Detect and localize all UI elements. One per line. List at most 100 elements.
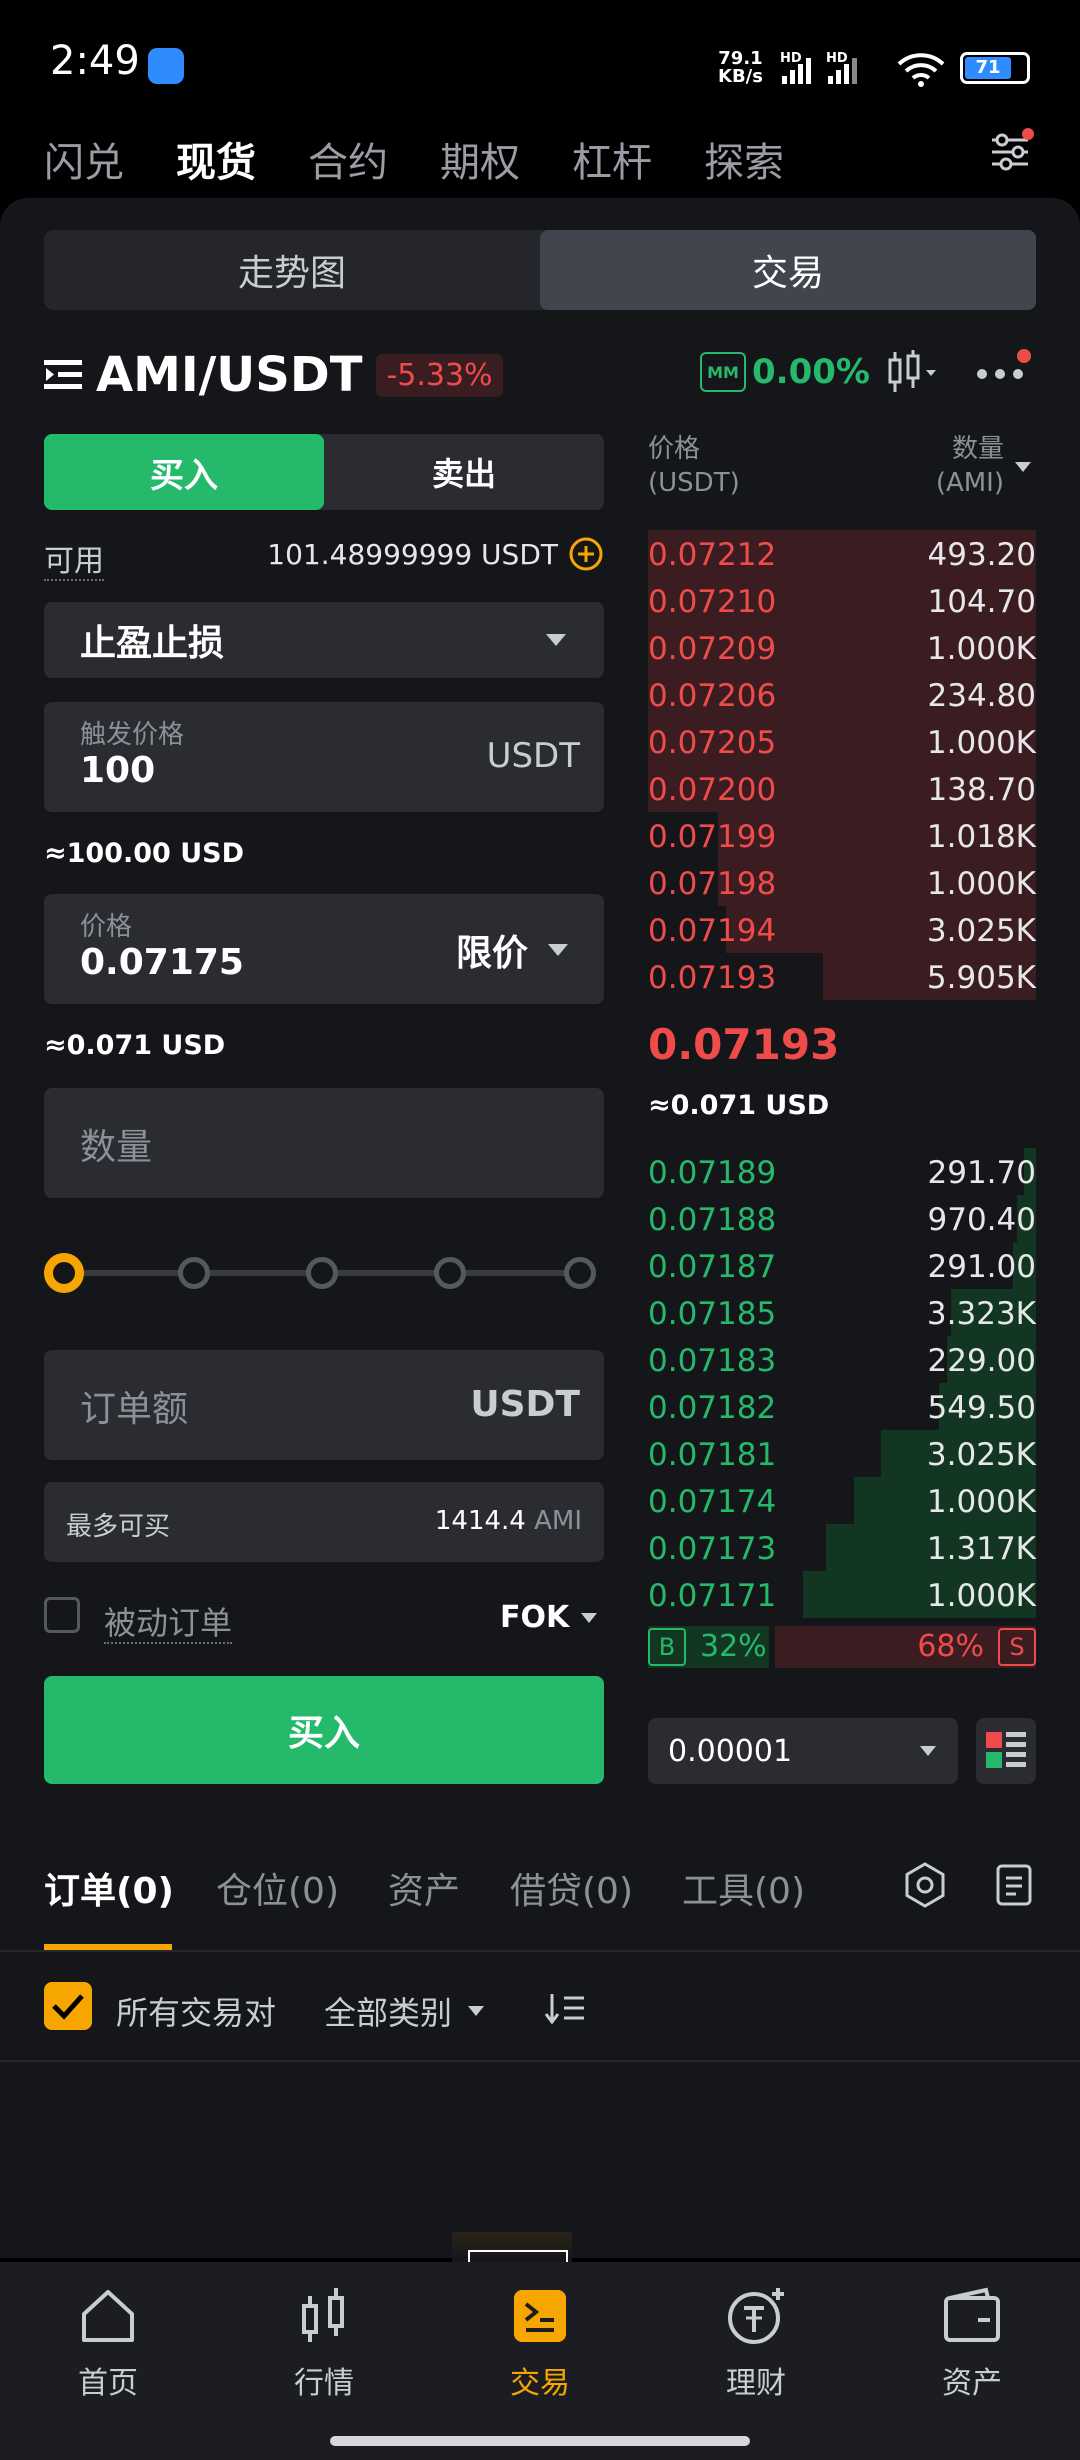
- price-usd-estimate: ≈0.071 USD: [44, 1030, 226, 1061]
- quantity-input[interactable]: 数量: [44, 1088, 604, 1198]
- bid-row[interactable]: 0.07174 1.000K: [648, 1477, 1036, 1524]
- home-icon: [82, 2290, 134, 2342]
- ask-row[interactable]: 0.07205 1.000K: [648, 718, 1036, 765]
- bid-row[interactable]: 0.07188 970.40: [648, 1195, 1036, 1242]
- trigger-price-value: 100: [80, 750, 156, 791]
- ask-row[interactable]: 0.07193 5.905K: [648, 953, 1036, 1000]
- ask-row[interactable]: 0.07206 234.80: [648, 671, 1036, 718]
- bottom-nav: 首页 行情 交易 理财 资产: [0, 2262, 1080, 2460]
- tab-tools[interactable]: 工具(0): [682, 1862, 805, 1914]
- trigger-price-field[interactable]: 触发价格 100 USDT: [44, 702, 604, 812]
- buy-sell-toggle: 买入 卖出: [44, 434, 604, 510]
- price-mode-select[interactable]: 限价: [456, 924, 570, 976]
- category-select[interactable]: 全部类别: [324, 1988, 486, 2034]
- status-bar: 2:49 79.1 KB/s HD HD 71: [0, 0, 1080, 130]
- tab-positions[interactable]: 仓位(0): [216, 1862, 339, 1914]
- order-history-icon[interactable]: [992, 1860, 1036, 1910]
- bid-row[interactable]: 0.07171 1.000K: [648, 1571, 1036, 1618]
- bid-row[interactable]: 0.07182 549.50: [648, 1383, 1036, 1430]
- market-chart-icon: [302, 2288, 344, 2342]
- ob-qty-header[interactable]: 数量 (AMI): [900, 432, 1004, 500]
- nav-explore[interactable]: 探索: [704, 130, 784, 188]
- bid-row[interactable]: 0.07185 3.323K: [648, 1289, 1036, 1336]
- last-price[interactable]: 0.07193: [648, 1020, 839, 1069]
- chevron-down-icon: [581, 1612, 598, 1623]
- order-amount-input[interactable]: 订单额 USDT: [44, 1350, 604, 1460]
- nav-earn[interactable]: 理财: [686, 2286, 826, 2402]
- mm-rate[interactable]: MM 0.00%: [700, 352, 870, 392]
- top-nav: 闪兑 现货 合约 期权 杠杆 探索: [0, 120, 1080, 200]
- view-segment: 走势图 交易: [44, 230, 1036, 310]
- ask-row[interactable]: 0.07194 3.025K: [648, 906, 1036, 953]
- slider-step-25[interactable]: [178, 1257, 210, 1289]
- nav-assets[interactable]: 资产: [902, 2286, 1042, 2402]
- tab-orders[interactable]: 订单(0): [44, 1862, 174, 1914]
- sell-tab[interactable]: 卖出: [324, 434, 604, 510]
- price-field[interactable]: 价格 0.07175 限价: [44, 894, 604, 1004]
- svg-text:HD: HD: [780, 51, 802, 66]
- nav-flash-swap[interactable]: 闪兑: [44, 130, 124, 188]
- nav-margin[interactable]: 杠杆: [572, 130, 652, 188]
- passive-order-checkbox[interactable]: [44, 1597, 80, 1633]
- ask-row[interactable]: 0.07200 138.70: [648, 765, 1036, 812]
- orderbook-layout-icon: [986, 1732, 1026, 1768]
- max-buy-value: 1414.4: [434, 1506, 526, 1536]
- nav-contract[interactable]: 合约: [308, 130, 388, 188]
- trigger-usd-estimate: ≈100.00 USD: [44, 838, 244, 869]
- bid-row[interactable]: 0.07189 291.70: [648, 1148, 1036, 1195]
- buy-tab[interactable]: 买入: [44, 434, 324, 510]
- orderbook-layout-button[interactable]: [976, 1718, 1036, 1784]
- candlestick-chart-icon[interactable]: [886, 350, 938, 394]
- nav-home[interactable]: 首页: [38, 2286, 178, 2402]
- filters-divider: [0, 2060, 1080, 2062]
- bid-row[interactable]: 0.07183 229.00: [648, 1336, 1036, 1383]
- filter-settings-icon[interactable]: [900, 1860, 950, 1910]
- sell-ratio: 68%: [917, 1629, 984, 1664]
- all-pairs-checkbox[interactable]: [44, 1982, 92, 2030]
- tab-chart[interactable]: 走势图: [44, 230, 540, 310]
- bid-row[interactable]: 0.07173 1.317K: [648, 1524, 1036, 1571]
- percent-slider[interactable]: [44, 1250, 600, 1296]
- slider-step-50[interactable]: [306, 1257, 338, 1289]
- mm-value: 0.00%: [752, 352, 870, 392]
- buy-sell-ratio-bar: B 32% 68% S: [648, 1626, 1036, 1668]
- time-in-force-select[interactable]: FOK: [500, 1600, 599, 1635]
- tab-trade[interactable]: 交易: [540, 230, 1036, 310]
- ob-price-header: 价格 (USDT): [648, 434, 740, 498]
- all-pairs-label[interactable]: 所有交易对: [116, 1988, 276, 2034]
- bid-row[interactable]: 0.07181 3.025K: [648, 1430, 1036, 1477]
- tabs-divider: [0, 1950, 1080, 1952]
- pair-header[interactable]: AMI/USDT -5.33%: [44, 347, 503, 403]
- buy-submit-button[interactable]: 买入: [44, 1676, 604, 1784]
- sell-ratio-fill: [775, 1626, 1036, 1668]
- ask-row[interactable]: 0.07209 1.000K: [648, 624, 1036, 671]
- last-price-usd: ≈0.071 USD: [648, 1090, 830, 1121]
- battery-icon: 71: [960, 52, 1030, 84]
- s-label: S: [998, 1628, 1036, 1666]
- precision-select[interactable]: 0.00001: [648, 1718, 958, 1784]
- slider-step-100[interactable]: [564, 1257, 596, 1289]
- ask-row[interactable]: 0.07212 493.20: [648, 530, 1036, 577]
- nav-options[interactable]: 期权: [440, 130, 520, 188]
- ask-row[interactable]: 0.07198 1.000K: [648, 859, 1036, 906]
- network-speed: 79.1 KB/s: [718, 48, 763, 87]
- menu-list-icon: [44, 360, 82, 389]
- tab-assets[interactable]: 资产: [388, 1862, 460, 1914]
- chevron-down-icon[interactable]: [1014, 460, 1032, 474]
- nav-markets[interactable]: 行情: [254, 2286, 394, 2402]
- bid-row[interactable]: 0.07187 291.00: [648, 1242, 1036, 1289]
- add-funds-icon[interactable]: [568, 536, 604, 572]
- tab-loans[interactable]: 借贷(0): [510, 1862, 633, 1914]
- ask-row[interactable]: 0.07210 104.70: [648, 577, 1036, 624]
- settings-sliders-icon[interactable]: [988, 126, 1038, 176]
- nav-spot[interactable]: 现货: [176, 130, 256, 188]
- mm-badge: MM: [700, 352, 746, 392]
- nav-trade[interactable]: 交易: [470, 2286, 610, 2402]
- slider-handle[interactable]: [44, 1253, 84, 1293]
- more-options-icon[interactable]: [976, 346, 1032, 390]
- order-type-select[interactable]: 止盈止损: [44, 602, 604, 678]
- ask-row[interactable]: 0.07199 1.018K: [648, 812, 1036, 859]
- sort-icon[interactable]: [544, 1990, 588, 2026]
- price-value: 0.07175: [80, 942, 244, 983]
- slider-step-75[interactable]: [434, 1257, 466, 1289]
